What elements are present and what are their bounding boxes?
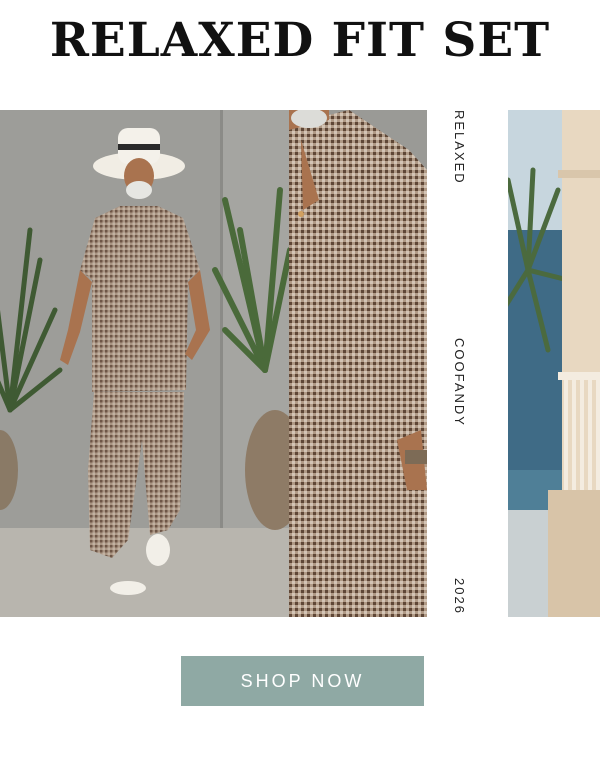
- side-text-year: 2026: [452, 578, 467, 615]
- beach-balcony-photo[interactable]: [508, 110, 600, 617]
- side-text-brand: COOFANDY: [452, 338, 467, 427]
- model-full-body-photo[interactable]: [0, 110, 289, 617]
- shirt-detail-photo[interactable]: [289, 110, 427, 617]
- page-title: RELAXED FIT SET: [49, 13, 551, 68]
- shop-now-button[interactable]: SHOP NOW: [181, 656, 424, 706]
- side-text-relaxed: RELAXED: [452, 110, 467, 185]
